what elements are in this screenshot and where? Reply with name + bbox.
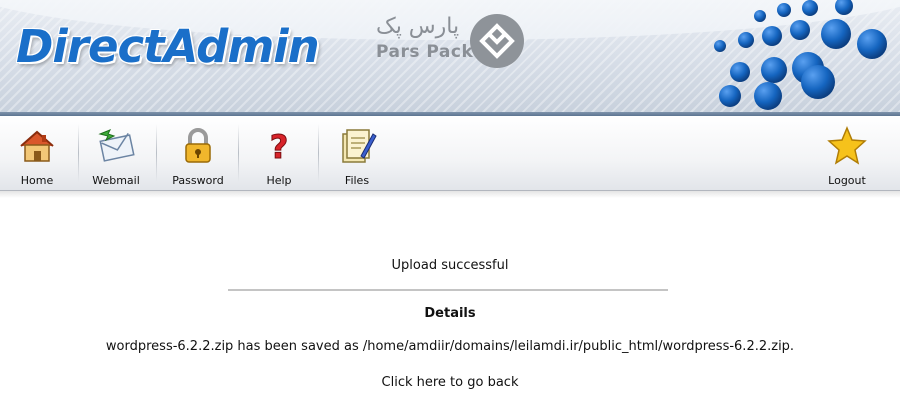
toolbar-separator (238, 124, 239, 182)
parspack-logo-icon (470, 14, 524, 68)
toolbar-files[interactable]: Files (334, 116, 380, 190)
help-icon: ? (269, 128, 289, 167)
decorative-bubbles-icon (714, 0, 887, 110)
toolbar-separator (318, 124, 319, 182)
toolbar-password[interactable]: Password (168, 116, 228, 190)
star-icon (827, 126, 867, 165)
toolbar-label-webmail: Webmail (92, 174, 140, 187)
toolbar-label-files: Files (344, 174, 370, 187)
upload-status: Upload successful (391, 258, 509, 273)
svg-text:?: ? (270, 128, 289, 166)
files-icon (342, 129, 377, 163)
toolbar-logout[interactable]: Logout (822, 116, 872, 190)
details-heading: Details (424, 306, 476, 321)
toolbar-webmail[interactable]: Webmail (88, 116, 144, 190)
divider (228, 289, 668, 291)
toolbar-shadow (0, 190, 900, 198)
lock-icon (185, 128, 211, 163)
toolbar-help[interactable]: ? Help (256, 116, 302, 190)
webmail-icon (98, 129, 135, 162)
directadmin-logo: DirectAdmin (16, 20, 320, 73)
toolbar-label-password: Password (172, 174, 224, 187)
main-toolbar: Home Webmail Password ? Help Files Logou… (0, 116, 900, 191)
toolbar-separator (156, 124, 157, 182)
back-link[interactable]: Click here to go back (382, 375, 519, 390)
toolbar-separator (78, 124, 79, 182)
toolbar-label-logout: Logout (828, 174, 866, 187)
brand-name-fa: پارس پک (376, 14, 460, 39)
toolbar-label-help: Help (266, 174, 292, 187)
back-link-row: Click here to go back (0, 375, 900, 390)
details-text: wordpress-6.2.2.zip has been saved as /h… (105, 339, 795, 354)
parspack-brand: پارس پک Pars Pack (376, 12, 524, 72)
toolbar-home[interactable]: Home (14, 116, 60, 190)
brand-name-en: Pars Pack (376, 42, 474, 62)
toolbar-label-home: Home (20, 174, 54, 187)
home-icon (20, 130, 54, 162)
header-banner: DirectAdmin پارس پک Pars Pack (0, 0, 900, 116)
